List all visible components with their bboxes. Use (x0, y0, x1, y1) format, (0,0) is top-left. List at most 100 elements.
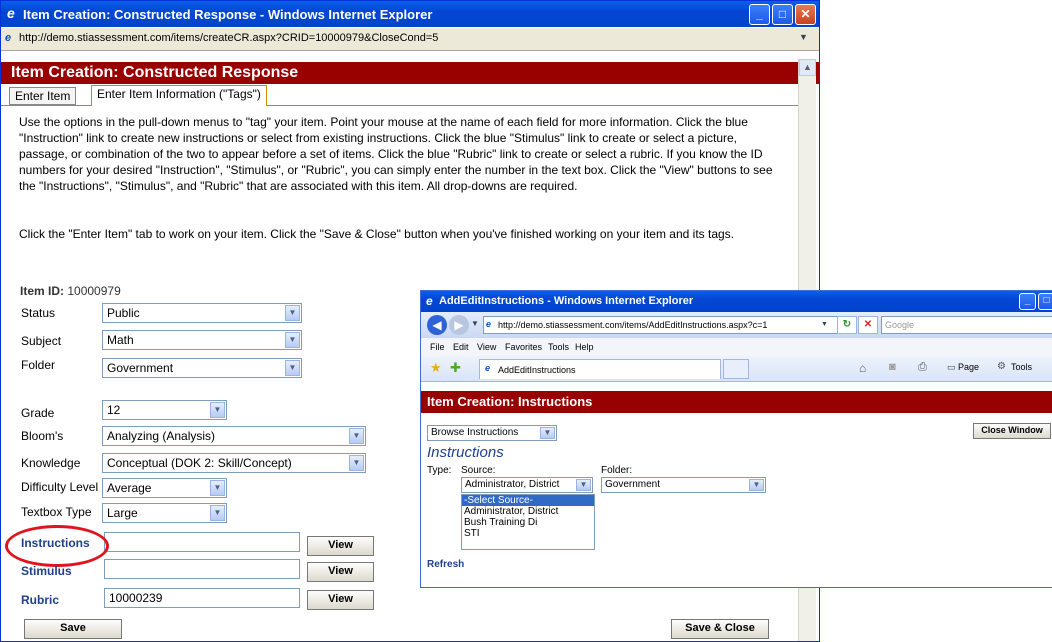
maximize-button[interactable]: □ (772, 4, 793, 25)
popup-url-field[interactable]: http://demo.stiassessment.com/items/AddE… (483, 316, 849, 334)
favorites-star-icon[interactable]: ★ (430, 360, 442, 376)
address-dropdown-icon[interactable]: ▼ (799, 32, 808, 42)
grade-label: Grade (21, 406, 55, 420)
popup-browser-window: e AddEditInstructions - Windows Internet… (420, 290, 1052, 588)
difficulty-label: Difficulty Level (21, 480, 99, 494)
menu-edit[interactable]: Edit (453, 338, 469, 356)
stimulus-input[interactable] (104, 559, 300, 579)
close-button[interactable]: ✕ (795, 4, 816, 25)
status-label: Status (21, 306, 56, 320)
menu-view[interactable]: View (477, 338, 496, 356)
popup-navigation-bar: ◀ ▶ ▼ http://demo.stiassessment.com/item… (421, 312, 1052, 338)
source-option[interactable]: Administrator, District (462, 506, 594, 517)
tab-enter-item-information[interactable]: Enter Item Information ("Tags") (91, 85, 267, 106)
ie-logo-icon: e (7, 5, 15, 21)
subject-select[interactable]: Math ▼ (102, 330, 302, 350)
new-tab-button[interactable] (723, 359, 749, 379)
rubric-link[interactable]: Rubric (21, 593, 59, 607)
save-and-close-button[interactable]: Save & Close (671, 619, 769, 639)
menu-tools[interactable]: Tools (548, 338, 569, 356)
scroll-up-button[interactable]: ▲ (799, 59, 816, 76)
ie-logo-icon: e (426, 294, 433, 308)
main-page-header: Item Creation: Constructed Response (1, 62, 819, 84)
blooms-select[interactable]: Analyzing (Analysis) ▼ (102, 426, 366, 446)
page-icon: e (5, 32, 12, 44)
rubric-input[interactable]: 10000239 (104, 588, 300, 608)
item-id-value: 10000979 (67, 284, 121, 298)
popup-menu-bar: File Edit View Favorites Tools Help (421, 338, 1052, 356)
popup-tab-bar: ★ ✚ AddEditInstructions e ⌂ ◙ ⎙ ▭ Page ⚙… (421, 356, 1052, 382)
source-option[interactable]: STI (462, 528, 594, 539)
instructions-section-title: Instructions (427, 444, 504, 461)
refresh-icon[interactable]: ↻ (837, 316, 857, 334)
grade-select[interactable]: 12 ▼ (102, 400, 227, 420)
tab-enter-item[interactable]: Enter Item (9, 87, 77, 105)
folder-label: Folder (21, 358, 56, 372)
folder-select[interactable]: Government ▼ (102, 358, 302, 378)
difficulty-select[interactable]: Average ▼ (102, 478, 227, 498)
save-button[interactable]: Save (24, 619, 122, 639)
knowledge-label: Knowledge (21, 456, 81, 470)
chevron-down-icon: ▼ (540, 427, 555, 439)
main-window-title: Item Creation: Constructed Response - Wi… (23, 7, 433, 22)
browse-instructions-select[interactable]: Browse Instructions ▼ (427, 425, 557, 441)
tab-page-icon: e (485, 363, 491, 373)
close-window-button[interactable]: Close Window (973, 423, 1051, 439)
popup-window-title: AddEditInstructions - Windows Internet E… (439, 295, 694, 307)
tab-addeditinstructions[interactable]: AddEditInstructions (479, 359, 721, 379)
chevron-down-icon: ▼ (210, 480, 225, 496)
chevron-down-icon: ▼ (285, 332, 300, 348)
instructions-highlight-ellipse (5, 525, 109, 567)
menu-favorites[interactable]: Favorites (505, 338, 542, 356)
add-favorites-icon[interactable]: ✚ (450, 360, 461, 376)
url-dropdown-icon[interactable]: ▼ (821, 321, 828, 328)
nav-dropdown-icon[interactable]: ▼ (471, 319, 479, 328)
folder-select-popup[interactable]: Government ▼ (601, 477, 766, 493)
textbox-type-select[interactable]: Large ▼ (102, 503, 227, 523)
instructions-input[interactable] (104, 532, 300, 552)
home-icon[interactable]: ⌂ (859, 361, 866, 375)
popup-title-bar: e AddEditInstructions - Windows Internet… (421, 291, 1052, 312)
popup-minimize-button[interactable]: _ (1019, 293, 1036, 310)
page-menu-icon[interactable]: ▭ (947, 362, 956, 373)
save-paragraph: Click the "Enter Item" tab to work on yo… (19, 227, 734, 241)
tools-gear-icon[interactable]: ⚙ (997, 361, 1006, 372)
menu-file[interactable]: File (430, 338, 445, 356)
stimulus-view-button[interactable]: View (307, 562, 374, 582)
print-icon[interactable]: ⎙ (918, 361, 927, 374)
page-menu[interactable]: Page (958, 362, 979, 372)
status-select[interactable]: Public ▼ (102, 303, 302, 323)
chevron-down-icon: ▼ (210, 505, 225, 521)
subject-label: Subject (21, 334, 62, 348)
rubric-view-button[interactable]: View (307, 590, 374, 610)
popup-page-icon: e (486, 319, 492, 329)
stimulus-link[interactable]: Stimulus (21, 564, 72, 578)
back-button[interactable]: ◀ (427, 315, 447, 335)
main-url-field[interactable]: http://demo.stiassessment.com/items/crea… (19, 30, 795, 46)
search-input[interactable]: Google (881, 316, 1052, 334)
chevron-down-icon: ▼ (285, 305, 300, 321)
chevron-down-icon: ▼ (285, 360, 300, 376)
folder-label-popup: Folder: (601, 465, 633, 476)
type-label: Type: (427, 465, 452, 476)
stop-icon[interactable]: ✕ (858, 316, 878, 334)
source-option[interactable]: -Select Source- (462, 495, 594, 506)
source-label: Source: (461, 465, 496, 476)
minimize-button[interactable]: _ (749, 4, 770, 25)
forward-button[interactable]: ▶ (449, 315, 469, 335)
source-option[interactable]: Bush Training Di (462, 517, 594, 528)
instructions-view-button[interactable]: View (307, 536, 374, 556)
chevron-down-icon: ▼ (749, 479, 764, 491)
popup-page-header: Item Creation: Instructions (421, 391, 1052, 413)
source-select[interactable]: Administrator, District ▼ (461, 477, 593, 493)
menu-help[interactable]: Help (575, 338, 594, 356)
source-options-list[interactable]: -Select Source- Administrator, District … (461, 494, 595, 550)
feeds-icon[interactable]: ◙ (889, 361, 896, 373)
knowledge-select[interactable]: Conceptual (DOK 2: Skill/Concept) ▼ (102, 453, 366, 473)
popup-maximize-button[interactable]: □ (1038, 293, 1052, 310)
chevron-down-icon: ▼ (576, 479, 591, 491)
tools-menu[interactable]: Tools (1011, 362, 1032, 372)
blooms-label: Bloom's (21, 429, 64, 443)
refresh-link[interactable]: Refresh (427, 559, 464, 570)
instructions-paragraph: Use the options in the pull-down menus t… (19, 115, 773, 193)
